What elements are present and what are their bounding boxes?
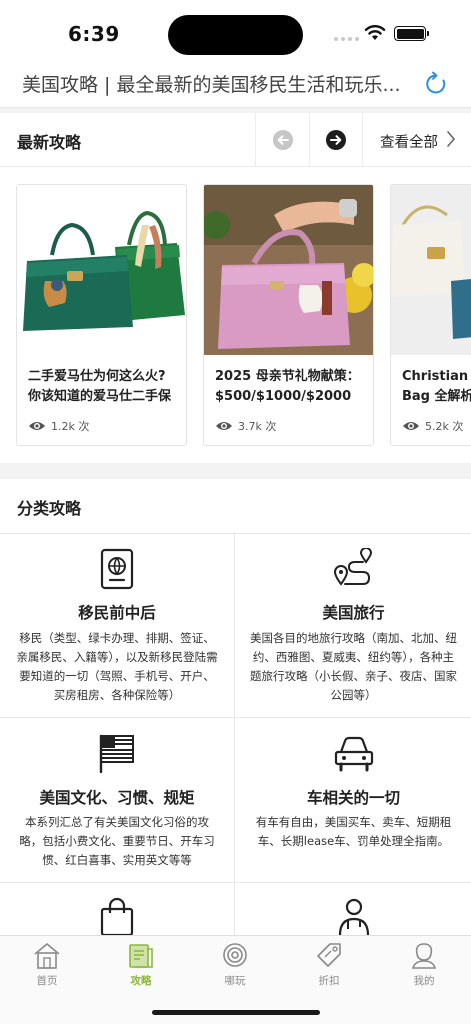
category-title: 美国文化、习惯、规矩 [39,789,195,807]
latest-cards-carousel[interactable]: 二手爱马仕为何这么火? 你该知道的爱马仕二手保 1.2k 次 2025 母亲节礼… [0,167,471,463]
tab-profile[interactable]: 我的 [377,940,471,992]
category-shopping[interactable] [0,883,235,935]
dynamic-island [168,15,303,55]
tab-label: 折扣 [318,975,340,987]
category-description: 有车有自由，美国买车、卖车、短期租车、长期lease车、罚单处理全指南。 [255,815,452,848]
tab-home[interactable]: 首页 [0,940,94,992]
view-count: 1.2k 次 [28,418,89,434]
wifi-icon [364,25,386,40]
view-all-label: 查看全部 [380,135,438,151]
chevron-right-icon [447,131,456,147]
passport-icon [100,548,134,590]
eye-icon [216,422,232,430]
tab-label: 哪玩 [224,975,246,987]
battery-icon [394,26,429,41]
category-travel[interactable]: 美国旅行 美国各目的地旅行攻略（南加、北加、纽约、西雅图、夏威夷、纽约等），各种… [236,534,471,718]
article-card[interactable]: 二手爱马仕为何这么火? 你该知道的爱马仕二手保 1.2k 次 [16,184,187,446]
guide-icon [129,944,153,968]
tab-guide[interactable]: 攻略 [94,940,188,992]
eye-icon [403,422,419,430]
view-count: 3.7k 次 [215,418,276,434]
latest-section-title: 最新攻略 [17,133,82,152]
shopping-bag-icon [100,897,134,935]
category-title: 车相关的一切 [306,789,400,807]
flag-icon [99,734,134,774]
view-all-button[interactable]: 查看全部 [362,113,471,167]
target-icon [223,943,247,967]
category-description: 美国各目的地旅行攻略（南加、北加、纽约、西雅图、夏威夷、纽约等），各种主题旅行攻… [250,631,457,702]
article-title: Christian Dior Bag 全解析 [402,369,471,404]
car-icon [334,736,373,772]
refresh-icon[interactable] [424,71,448,97]
tab-play[interactable]: 哪玩 [188,940,282,992]
category-culture[interactable]: 美国文化、习惯、规矩 本系列汇总了有关美国文化习俗的攻略，包括小费文化、重要节日… [0,718,235,883]
category-section-title: 分类攻略 [17,499,82,518]
tab-label: 首页 [36,975,58,987]
status-time: 6:39 [68,22,120,46]
article-card[interactable]: Christian Dior Bag 全解析 5.2k 次 [390,184,471,446]
doctor-icon [338,898,369,935]
arrow-right-icon [326,130,346,150]
view-count: 5.2k 次 [402,418,463,434]
tab-discount[interactable]: 折扣 [282,940,376,992]
category-description: 本系列汇总了有关美国文化习俗的攻略，包括小费文化、重要节日、开车习惯、红白喜事、… [19,815,215,867]
category-health[interactable] [236,883,471,935]
eye-icon [29,422,45,430]
category-title: 移民前中后 [78,604,156,622]
category-title: 美国旅行 [322,604,385,622]
status-bar: 6:39 [0,0,471,60]
category-description: 移民（类型、绿卡办理、排期、签证、亲属移民、入籍等），以及新移民登陆需要知道的一… [16,631,218,702]
tag-icon [317,943,341,967]
article-title: 2025 母亲节礼物献策： $500/$1000/$2000 [215,369,360,404]
category-car[interactable]: 车相关的一切 有车有自由，美国买车、卖车、短期租车、长期lease车、罚单处理全… [236,718,471,883]
next-button[interactable] [309,113,362,167]
category-header: 分类攻略 [0,479,471,534]
cellular-signal-icon [334,37,359,41]
latest-header: 最新攻略 查看全部 [0,113,471,167]
category-immigration[interactable]: 移民前中后 移民（类型、绿卡办理、排期、签证、亲属移民、入籍等），以及新移民登陆… [0,534,235,718]
article-image-dior-bag [391,185,471,355]
title-bar: 美国攻略 | 最全最新的美国移民生活和玩乐... [0,62,471,108]
article-title: 二手爱马仕为何这么火? 你该知道的爱马仕二手保 [28,369,172,404]
home-indicator [152,1010,320,1015]
home-icon [34,943,60,969]
tab-label: 我的 [413,975,435,987]
section-gap [0,463,471,479]
arrow-left-icon [272,130,293,150]
article-image-hermes-bags [17,185,186,355]
tab-label: 攻略 [130,975,152,987]
previous-button[interactable] [255,113,309,167]
article-card[interactable]: 2025 母亲节礼物献策： $500/$1000/$2000 3.7k 次 [203,184,374,446]
category-grid: 移民前中后 移民（类型、绿卡办理、排期、签证、亲属移民、入籍等），以及新移民登陆… [0,534,471,935]
article-image-pink-bag [204,185,373,355]
page-title: 美国攻略 | 最全最新的美国移民生活和玩乐... [22,74,401,96]
route-icon [333,548,372,586]
user-icon [411,943,437,969]
